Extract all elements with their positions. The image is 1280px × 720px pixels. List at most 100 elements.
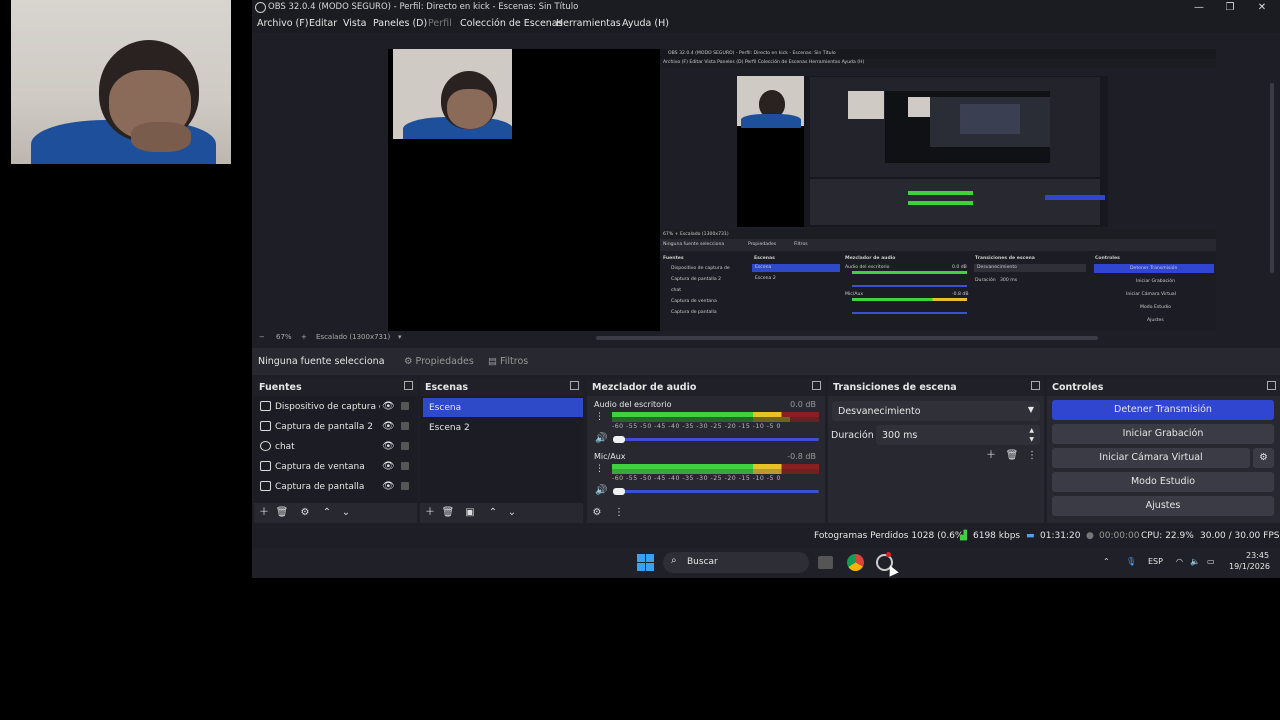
dock-popout-icon[interactable] bbox=[1267, 381, 1276, 390]
channel-menu-icon[interactable]: ⋮ bbox=[595, 412, 604, 422]
move-up-icon[interactable]: ⌃ bbox=[486, 506, 500, 520]
stop-streaming-button[interactable]: Detener Transmisión bbox=[1052, 400, 1274, 420]
visibility-icon[interactable]: 👁 bbox=[382, 441, 395, 452]
minimize-button[interactable]: — bbox=[1184, 0, 1214, 16]
source-properties-icon[interactable]: ⚙ bbox=[298, 506, 312, 520]
lock-icon[interactable] bbox=[401, 402, 409, 410]
duration-value: 300 ms bbox=[882, 430, 918, 441]
mixer-menu-icon[interactable]: ⋮ bbox=[612, 506, 626, 520]
menu-perfil[interactable]: Perfil bbox=[428, 18, 452, 29]
menu-coleccion-escenas[interactable]: Colección de Escenas bbox=[460, 18, 563, 29]
scene-item-escena[interactable]: Escena bbox=[423, 398, 583, 417]
scene-label: Escena bbox=[429, 403, 462, 413]
controls-dock: Controles Detener Transmisión Iniciar Gr… bbox=[1047, 378, 1280, 523]
dock-popout-icon[interactable] bbox=[570, 381, 579, 390]
tray-chevron-icon[interactable]: ⌃ bbox=[1103, 557, 1110, 566]
microphone-icon[interactable]: 🎙 bbox=[1126, 557, 1136, 566]
preview-area[interactable]: OBS 32.0.4 (MODO SEGURO) - Perfil: Direc… bbox=[252, 33, 1280, 332]
visibility-icon[interactable]: 👁 bbox=[382, 481, 395, 492]
menu-ayuda[interactable]: Ayuda (H) bbox=[622, 18, 669, 29]
close-button[interactable]: ✕ bbox=[1247, 0, 1277, 16]
menu-archivo[interactable]: Archivo (F) bbox=[257, 18, 308, 29]
start-recording-button[interactable]: Iniciar Grabación bbox=[1052, 424, 1274, 444]
mixer-channel-mic: Mic/Aux -0.8 dB ⋮ -60 -55 -50 -45 -40 -3… bbox=[591, 452, 819, 504]
spin-up-icon[interactable]: ▲ bbox=[1029, 427, 1034, 434]
task-view-icon[interactable] bbox=[818, 556, 833, 569]
dock-popout-icon[interactable] bbox=[404, 381, 413, 390]
source-item[interactable]: Captura de pantalla 👁 bbox=[254, 477, 417, 497]
nested-ctx: Ninguna fuente selecciona bbox=[663, 242, 725, 247]
controls-title: Controles bbox=[1052, 382, 1104, 393]
volume-slider[interactable] bbox=[613, 488, 819, 495]
menu-paneles[interactable]: Paneles (D) bbox=[373, 18, 427, 29]
menu-vista[interactable]: Vista bbox=[343, 18, 366, 29]
language-indicator[interactable]: ESP bbox=[1148, 557, 1163, 566]
visibility-icon[interactable]: 👁 bbox=[382, 421, 395, 432]
volume-meter bbox=[612, 417, 819, 422]
speaker-icon[interactable]: 🔊 bbox=[595, 485, 607, 496]
properties-button[interactable]: ⚙ Propiedades bbox=[404, 356, 474, 367]
nested-mixer-ch2: Mic/Aux bbox=[845, 292, 864, 297]
zoom-out-button[interactable]: − bbox=[259, 333, 265, 341]
clock-date[interactable]: 19/1/2026 bbox=[1229, 562, 1270, 571]
studio-mode-button[interactable]: Modo Estudio bbox=[1052, 472, 1274, 492]
dock-popout-icon[interactable] bbox=[812, 381, 821, 390]
advanced-audio-icon[interactable]: ⚙ bbox=[590, 506, 604, 520]
chrome-icon[interactable] bbox=[847, 554, 864, 571]
speaker-icon[interactable]: 🔊 bbox=[595, 433, 607, 444]
visibility-icon[interactable]: 👁 bbox=[382, 401, 395, 412]
source-item[interactable]: chat 👁 bbox=[254, 437, 417, 457]
source-item[interactable]: Captura de pantalla 2 👁 bbox=[254, 417, 417, 437]
slider-knob[interactable] bbox=[613, 436, 625, 443]
bitrate: 6198 kbps bbox=[973, 531, 1021, 541]
filters-button[interactable]: ▤ Filtros bbox=[488, 356, 528, 367]
remove-transition-icon[interactable]: 🗑 bbox=[1005, 449, 1019, 463]
move-down-icon[interactable]: ⌄ bbox=[339, 506, 353, 520]
transition-menu-icon[interactable]: ⋮ bbox=[1025, 449, 1039, 463]
maximize-button[interactable]: ❐ bbox=[1215, 0, 1245, 16]
dock-popout-icon[interactable] bbox=[1031, 381, 1040, 390]
spin-down-icon[interactable]: ▼ bbox=[1029, 436, 1034, 443]
channel-menu-icon[interactable]: ⋮ bbox=[595, 464, 604, 474]
menu-editar[interactable]: Editar bbox=[309, 18, 337, 29]
lock-icon[interactable] bbox=[401, 442, 409, 450]
remove-source-icon[interactable]: 🗑 bbox=[275, 506, 289, 520]
preview-canvas[interactable]: OBS 32.0.4 (MODO SEGURO) - Perfil: Direc… bbox=[388, 49, 1216, 332]
windows-start-icon[interactable] bbox=[637, 554, 654, 571]
fps: 30.00 / 30.00 FPS bbox=[1200, 531, 1280, 541]
transition-select[interactable]: Desvanecimiento ▼ bbox=[832, 401, 1040, 421]
remove-scene-icon[interactable]: 🗑 bbox=[441, 506, 455, 520]
lock-icon[interactable] bbox=[401, 482, 409, 490]
virtual-camera-settings-icon[interactable]: ⚙ bbox=[1253, 448, 1274, 468]
visibility-icon[interactable]: 👁 bbox=[382, 461, 395, 472]
move-up-icon[interactable]: ⌃ bbox=[320, 506, 334, 520]
scene-item-escena-2[interactable]: Escena 2 bbox=[423, 418, 583, 437]
taskbar-search[interactable]: ⌕ Buscar bbox=[663, 552, 809, 573]
add-scene-icon[interactable]: ＋ bbox=[423, 506, 437, 520]
battery-icon[interactable]: ▭ bbox=[1207, 557, 1215, 566]
clock-time[interactable]: 23:45 bbox=[1246, 551, 1269, 560]
scaling-dropdown-icon[interactable]: ▾ bbox=[398, 333, 402, 341]
add-transition-icon[interactable]: ＋ bbox=[984, 449, 998, 463]
lock-icon[interactable] bbox=[401, 462, 409, 470]
settings-button[interactable]: Ajustes bbox=[1052, 496, 1274, 516]
nested-title: OBS 32.0.4 (MODO SEGURO) - Perfil: Direc… bbox=[668, 51, 836, 56]
lock-icon[interactable] bbox=[401, 422, 409, 430]
menu-herramientas[interactable]: Herramientas bbox=[556, 18, 621, 29]
scenes-title: Escenas bbox=[425, 382, 469, 393]
add-source-icon[interactable]: ＋ bbox=[257, 506, 271, 520]
filters-label: Filtros bbox=[500, 356, 529, 367]
preview-scrollbar[interactable] bbox=[1270, 83, 1274, 273]
duration-spinbox[interactable]: 300 ms ▲ ▼ bbox=[876, 425, 1040, 445]
source-item[interactable]: Dispositivo de captura de 👁 bbox=[254, 397, 417, 417]
move-down-icon[interactable]: ⌄ bbox=[505, 506, 519, 520]
preview-hscrollbar[interactable] bbox=[596, 336, 1098, 340]
zoom-in-button[interactable]: + bbox=[301, 333, 307, 341]
wifi-icon[interactable]: ◠ bbox=[1176, 557, 1183, 566]
volume-icon[interactable]: 🔈 bbox=[1190, 557, 1200, 566]
source-item[interactable]: Captura de ventana 👁 bbox=[254, 457, 417, 477]
volume-slider[interactable] bbox=[613, 436, 819, 443]
slider-knob[interactable] bbox=[613, 488, 625, 495]
virtual-camera-button[interactable]: Iniciar Cámara Virtual bbox=[1052, 448, 1250, 468]
scene-filters-icon[interactable]: ▣ bbox=[463, 506, 477, 520]
